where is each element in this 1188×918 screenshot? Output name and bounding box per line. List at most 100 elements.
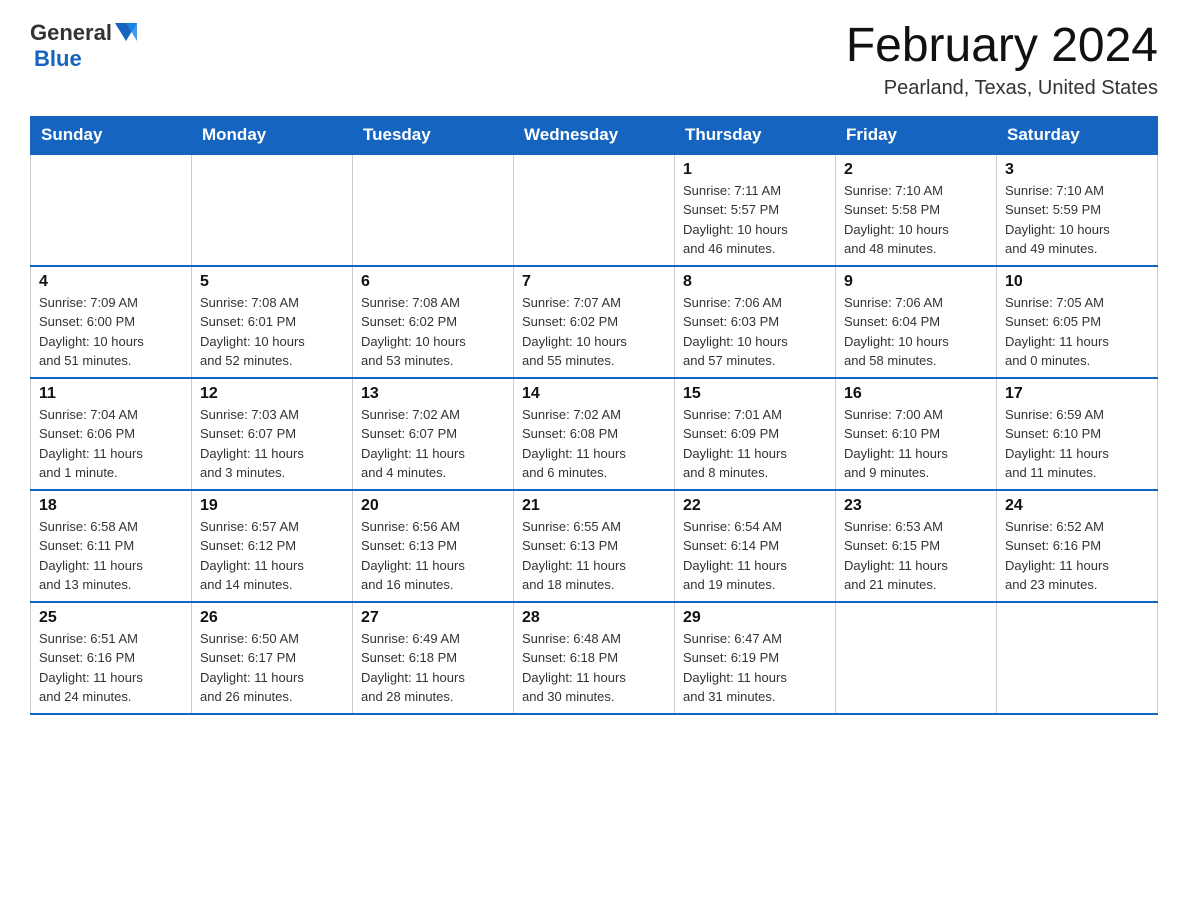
day-number: 19 [200, 497, 344, 515]
calendar-cell: 17Sunrise: 6:59 AM Sunset: 6:10 PM Dayli… [997, 378, 1158, 490]
week-row-1: 1 Sunrise: 7:11 AM Sunset: 5:57 PM Daylig… [31, 154, 1158, 266]
day-number: 23 [844, 497, 988, 515]
calendar-cell: 24 Sunrise: 6:52 AM Sunset: 6:16 PM Dayli… [997, 490, 1158, 602]
calendar-cell: 3 Sunrise: 7:10 AM Sunset: 5:59 PM Daylig… [997, 154, 1158, 266]
calendar-cell: 7 Sunrise: 7:07 AM Sunset: 6:02 PM Daylig… [514, 266, 675, 378]
day-info: Sunrise: 7:05 AM Sunset: 6:05 PM Dayligh… [1005, 293, 1149, 371]
calendar-cell: 27 Sunrise: 6:49 AM Sunset: 6:18 PM Dayli… [353, 602, 514, 714]
day-header-saturday: Saturday [997, 116, 1158, 154]
day-number: 10 [1005, 273, 1149, 291]
day-info: Sunrise: 7:06 AM Sunset: 6:03 PM Dayligh… [683, 293, 827, 371]
day-header-sunday: Sunday [31, 116, 192, 154]
calendar-cell [514, 154, 675, 266]
day-info: Sunrise: 7:02 AM Sunset: 6:07 PM Dayligh… [361, 405, 505, 483]
day-info: Sunrise: 7:09 AM Sunset: 6:00 PM Dayligh… [39, 293, 183, 371]
day-header-tuesday: Tuesday [353, 116, 514, 154]
calendar-cell: 28 Sunrise: 6:48 AM Sunset: 6:18 PM Dayli… [514, 602, 675, 714]
day-number: 28 [522, 609, 666, 627]
day-info: Sunrise: 7:01 AM Sunset: 6:09 PM Dayligh… [683, 405, 827, 483]
day-header-wednesday: Wednesday [514, 116, 675, 154]
day-number: 3 [1005, 161, 1149, 179]
day-info: Sunrise: 6:57 AM Sunset: 6:12 PM Dayligh… [200, 517, 344, 595]
calendar-cell: 6 Sunrise: 7:08 AM Sunset: 6:02 PM Daylig… [353, 266, 514, 378]
day-info: Sunrise: 6:59 AM Sunset: 6:10 PM Dayligh… [1005, 405, 1149, 483]
day-number: 13 [361, 385, 505, 403]
calendar-cell: 18 Sunrise: 6:58 AM Sunset: 6:11 PM Dayli… [31, 490, 192, 602]
day-info: Sunrise: 7:03 AM Sunset: 6:07 PM Dayligh… [200, 405, 344, 483]
location: Pearland, Texas, United States [846, 77, 1158, 100]
day-number: 7 [522, 273, 666, 291]
day-number: 14 [522, 385, 666, 403]
calendar-cell: 4 Sunrise: 7:09 AM Sunset: 6:00 PM Daylig… [31, 266, 192, 378]
day-number: 20 [361, 497, 505, 515]
day-number: 9 [844, 273, 988, 291]
day-header-monday: Monday [192, 116, 353, 154]
day-info: Sunrise: 6:55 AM Sunset: 6:13 PM Dayligh… [522, 517, 666, 595]
day-number: 22 [683, 497, 827, 515]
page-header: General Blue February 2024 Pearland, Tex… [30, 20, 1158, 100]
calendar-cell [31, 154, 192, 266]
calendar-cell: 5 Sunrise: 7:08 AM Sunset: 6:01 PM Daylig… [192, 266, 353, 378]
day-number: 12 [200, 385, 344, 403]
day-number: 1 [683, 161, 827, 179]
day-info: Sunrise: 7:07 AM Sunset: 6:02 PM Dayligh… [522, 293, 666, 371]
day-number: 8 [683, 273, 827, 291]
day-info: Sunrise: 6:47 AM Sunset: 6:19 PM Dayligh… [683, 629, 827, 707]
day-info: Sunrise: 6:52 AM Sunset: 6:16 PM Dayligh… [1005, 517, 1149, 595]
calendar-cell [997, 602, 1158, 714]
day-number: 16 [844, 385, 988, 403]
day-number: 27 [361, 609, 505, 627]
calendar-cell: 21Sunrise: 6:55 AM Sunset: 6:13 PM Dayli… [514, 490, 675, 602]
day-info: Sunrise: 6:49 AM Sunset: 6:18 PM Dayligh… [361, 629, 505, 707]
day-number: 11 [39, 385, 183, 403]
calendar-cell: 23Sunrise: 6:53 AM Sunset: 6:15 PM Dayli… [836, 490, 997, 602]
day-info: Sunrise: 7:10 AM Sunset: 5:59 PM Dayligh… [1005, 181, 1149, 259]
week-row-5: 25Sunrise: 6:51 AM Sunset: 6:16 PM Dayli… [31, 602, 1158, 714]
calendar-cell [192, 154, 353, 266]
calendar-cell: 29 Sunrise: 6:47 AM Sunset: 6:19 PM Dayli… [675, 602, 836, 714]
day-info: Sunrise: 7:08 AM Sunset: 6:02 PM Dayligh… [361, 293, 505, 371]
calendar-cell: 19 Sunrise: 6:57 AM Sunset: 6:12 PM Dayli… [192, 490, 353, 602]
calendar-cell: 2Sunrise: 7:10 AM Sunset: 5:58 PM Daylig… [836, 154, 997, 266]
calendar-cell [836, 602, 997, 714]
title-block: February 2024 Pearland, Texas, United St… [846, 20, 1158, 100]
day-info: Sunrise: 7:02 AM Sunset: 6:08 PM Dayligh… [522, 405, 666, 483]
calendar-cell: 1 Sunrise: 7:11 AM Sunset: 5:57 PM Daylig… [675, 154, 836, 266]
week-row-4: 18 Sunrise: 6:58 AM Sunset: 6:11 PM Dayli… [31, 490, 1158, 602]
day-info: Sunrise: 6:54 AM Sunset: 6:14 PM Dayligh… [683, 517, 827, 595]
day-number: 5 [200, 273, 344, 291]
day-info: Sunrise: 6:48 AM Sunset: 6:18 PM Dayligh… [522, 629, 666, 707]
logo-arrow-icon [115, 23, 137, 45]
day-number: 18 [39, 497, 183, 515]
day-info: Sunrise: 7:08 AM Sunset: 6:01 PM Dayligh… [200, 293, 344, 371]
calendar-cell: 25Sunrise: 6:51 AM Sunset: 6:16 PM Dayli… [31, 602, 192, 714]
day-number: 4 [39, 273, 183, 291]
month-title: February 2024 [846, 20, 1158, 73]
day-info: Sunrise: 6:56 AM Sunset: 6:13 PM Dayligh… [361, 517, 505, 595]
day-number: 2 [844, 161, 988, 179]
day-number: 6 [361, 273, 505, 291]
calendar-cell: 22 Sunrise: 6:54 AM Sunset: 6:14 PM Dayli… [675, 490, 836, 602]
day-info: Sunrise: 7:00 AM Sunset: 6:10 PM Dayligh… [844, 405, 988, 483]
day-info: Sunrise: 6:58 AM Sunset: 6:11 PM Dayligh… [39, 517, 183, 595]
day-info: Sunrise: 7:11 AM Sunset: 5:57 PM Dayligh… [683, 181, 827, 259]
calendar-cell: 10 Sunrise: 7:05 AM Sunset: 6:05 PM Dayli… [997, 266, 1158, 378]
calendar-cell: 14 Sunrise: 7:02 AM Sunset: 6:08 PM Dayli… [514, 378, 675, 490]
day-number: 29 [683, 609, 827, 627]
calendar-cell: 16 Sunrise: 7:00 AM Sunset: 6:10 PM Dayli… [836, 378, 997, 490]
day-header-friday: Friday [836, 116, 997, 154]
calendar-cell: 9 Sunrise: 7:06 AM Sunset: 6:04 PM Daylig… [836, 266, 997, 378]
calendar-cell: 13 Sunrise: 7:02 AM Sunset: 6:07 PM Dayli… [353, 378, 514, 490]
logo: General Blue [30, 20, 137, 72]
day-number: 24 [1005, 497, 1149, 515]
calendar-header-row: SundayMondayTuesdayWednesdayThursdayFrid… [31, 116, 1158, 154]
day-info: Sunrise: 6:51 AM Sunset: 6:16 PM Dayligh… [39, 629, 183, 707]
day-info: Sunrise: 7:06 AM Sunset: 6:04 PM Dayligh… [844, 293, 988, 371]
calendar-cell: 26Sunrise: 6:50 AM Sunset: 6:17 PM Dayli… [192, 602, 353, 714]
calendar-cell: 8 Sunrise: 7:06 AM Sunset: 6:03 PM Daylig… [675, 266, 836, 378]
calendar-table: SundayMondayTuesdayWednesdayThursdayFrid… [30, 116, 1158, 715]
calendar-cell: 15Sunrise: 7:01 AM Sunset: 6:09 PM Dayli… [675, 378, 836, 490]
calendar-cell: 11 Sunrise: 7:04 AM Sunset: 6:06 PM Dayli… [31, 378, 192, 490]
day-info: Sunrise: 7:04 AM Sunset: 6:06 PM Dayligh… [39, 405, 183, 483]
day-info: Sunrise: 6:50 AM Sunset: 6:17 PM Dayligh… [200, 629, 344, 707]
